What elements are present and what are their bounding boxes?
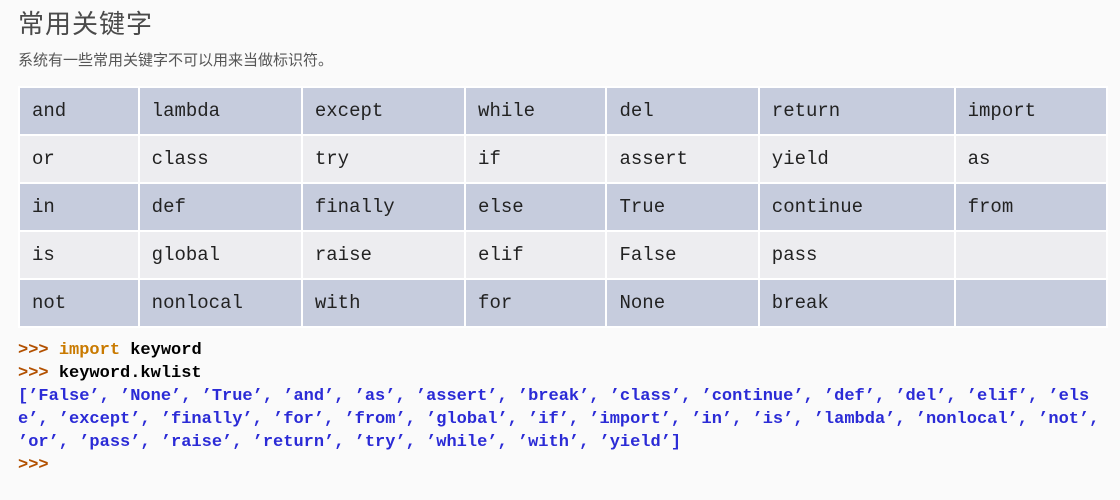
keyword-cell: def	[139, 183, 302, 231]
repl-prompt: >>>	[18, 341, 59, 360]
keyword-cell: continue	[759, 183, 955, 231]
keyword-cell: except	[302, 87, 465, 135]
table-row: andlambdaexceptwhiledelreturnimport	[19, 87, 1107, 135]
keyword-cell: True	[606, 183, 758, 231]
keyword-cell: not	[19, 279, 139, 327]
keyword-cell: finally	[302, 183, 465, 231]
keyword-cell: break	[759, 279, 955, 327]
keyword-cell: import	[955, 87, 1107, 135]
keyword-cell: yield	[759, 135, 955, 183]
keyword-cell: elif	[465, 231, 606, 279]
section-description: 系统有一些常用关键字不可以用来当做标识符。	[18, 47, 1108, 74]
keyword-cell: in	[19, 183, 139, 231]
keyword-cell: assert	[606, 135, 758, 183]
keyword-cell: del	[606, 87, 758, 135]
code-block: >>> import keyword >>> keyword.kwlist [’Fa…	[18, 338, 1108, 486]
keyword-cell: try	[302, 135, 465, 183]
keywords-table: andlambdaexceptwhiledelreturnimportorcla…	[18, 86, 1108, 328]
keyword-cell: nonlocal	[139, 279, 302, 327]
keyword-cell	[955, 279, 1107, 327]
table-row: indeffinallyelseTruecontinuefrom	[19, 183, 1107, 231]
keyword-cell: False	[606, 231, 758, 279]
keyword-cell: lambda	[139, 87, 302, 135]
code-text: keyword.kwlist	[59, 364, 202, 383]
keyword-cell: with	[302, 279, 465, 327]
keyword-cell: None	[606, 279, 758, 327]
keyword-cell: pass	[759, 231, 955, 279]
repl-output: [’False’, ’None’, ’True’, ’and’, ’as’, ’…	[18, 387, 1110, 452]
table-row: notnonlocalwithforNonebreak	[19, 279, 1107, 327]
keyword-cell: else	[465, 183, 606, 231]
keyword-cell: while	[465, 87, 606, 135]
keyword-cell: is	[19, 231, 139, 279]
keyword-cell: for	[465, 279, 606, 327]
keyword-cell: if	[465, 135, 606, 183]
keyword-cell: as	[955, 135, 1107, 183]
keyword-cell: from	[955, 183, 1107, 231]
keyword-cell: class	[139, 135, 302, 183]
keyword-cell	[955, 231, 1107, 279]
keyword-cell: or	[19, 135, 139, 183]
code-text: keyword	[120, 341, 202, 360]
table-row: orclasstryifassertyieldas	[19, 135, 1107, 183]
code-keyword: import	[59, 341, 120, 360]
repl-prompt: >>>	[18, 364, 59, 383]
table-row: isglobalraiseelifFalsepass	[19, 231, 1107, 279]
keyword-cell: raise	[302, 231, 465, 279]
section-title: 常用关键字	[18, 4, 1108, 41]
repl-prompt: >>>	[18, 456, 49, 475]
keyword-cell: and	[19, 87, 139, 135]
keyword-cell: global	[139, 231, 302, 279]
keyword-cell: return	[759, 87, 955, 135]
